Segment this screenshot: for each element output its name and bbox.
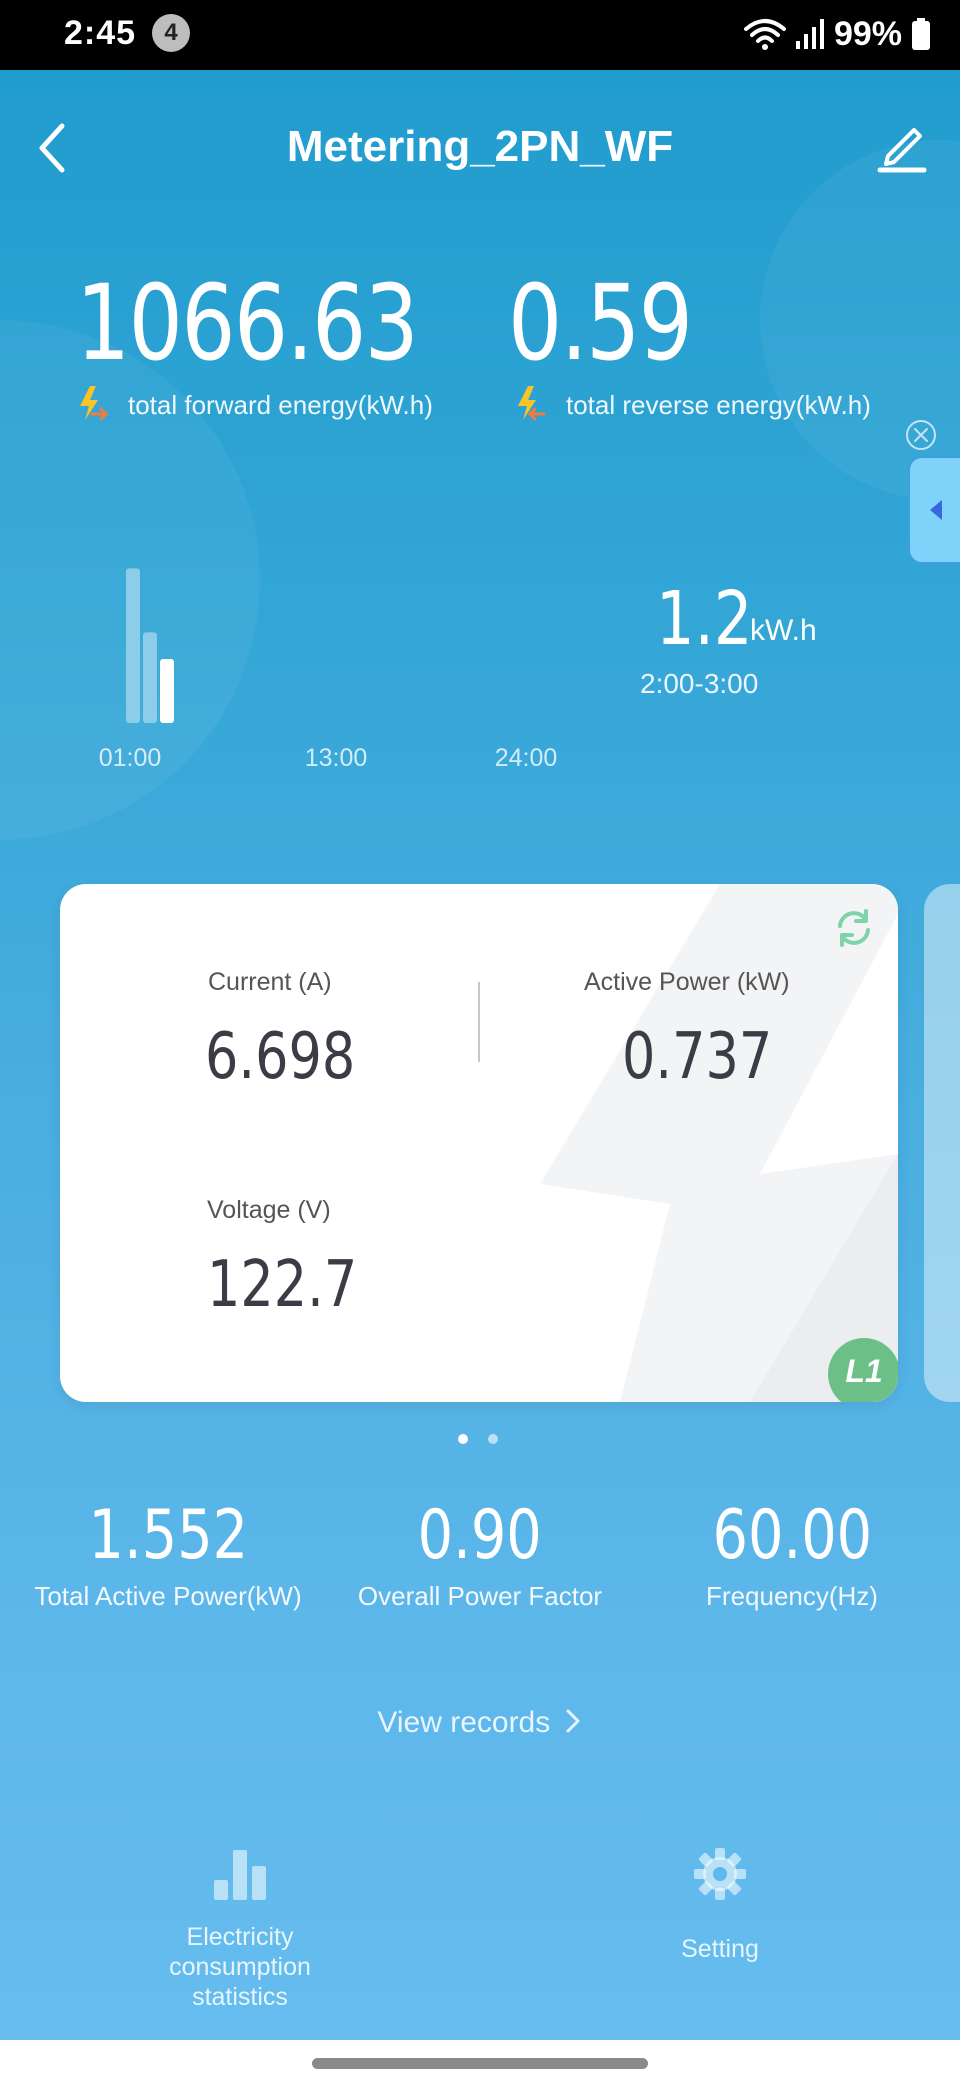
battery-percent: 99% bbox=[833, 14, 902, 53]
triangle-left-icon bbox=[930, 500, 942, 520]
view-records-link[interactable]: View records bbox=[0, 1706, 960, 1740]
voltage-value: 122.7 bbox=[207, 1248, 358, 1322]
stat-value: 60.00 bbox=[712, 1496, 872, 1575]
chevron-right-icon bbox=[566, 1709, 580, 1733]
stat-value: 1.552 bbox=[88, 1496, 248, 1575]
signal-icon bbox=[795, 19, 824, 49]
card-divider bbox=[478, 982, 480, 1062]
forward-energy-bolt-icon bbox=[80, 386, 109, 421]
reverse-energy-value: 0.59 bbox=[508, 262, 693, 384]
carousel-dot[interactable] bbox=[488, 1434, 498, 1444]
chart-x-tick-label: 01:00 bbox=[99, 744, 162, 772]
status-time: 2:45 bbox=[64, 14, 137, 52]
stat-frequency: 60.00 Frequency(Hz) bbox=[642, 1496, 942, 1612]
stat-label: Frequency(Hz) bbox=[706, 1581, 878, 1611]
gear-icon bbox=[694, 1848, 746, 1900]
stat-value: 0.90 bbox=[417, 1496, 543, 1575]
edit-pencil-icon[interactable] bbox=[874, 118, 930, 174]
status-bar: 2:45 4 99% bbox=[0, 0, 960, 70]
battery-icon bbox=[912, 18, 930, 50]
current-label: Current (A) bbox=[208, 968, 332, 996]
close-circle-icon[interactable] bbox=[904, 418, 938, 452]
app-screen: 2:45 4 99% Metering_2PN_WF 1066.63 total… bbox=[0, 0, 960, 2040]
stat-power-factor: 0.90 Overall Power Factor bbox=[330, 1496, 630, 1612]
carousel-dots bbox=[458, 1434, 498, 1444]
carousel-dot-active[interactable] bbox=[458, 1434, 468, 1444]
phase-badge: L1 bbox=[828, 1338, 898, 1402]
selected-hour-energy-unit: kW.h bbox=[750, 614, 817, 647]
phase-readings-card[interactable]: Current (A) 6.698 Active Power (kW) 0.73… bbox=[60, 884, 898, 1402]
active-power-value: 0.737 bbox=[622, 1020, 773, 1094]
refresh-icon[interactable] bbox=[832, 906, 876, 950]
stat-label: Overall Power Factor bbox=[357, 1581, 603, 1611]
chart-bar[interactable] bbox=[126, 568, 140, 723]
selected-hour-energy-value: 1.2 bbox=[656, 576, 753, 662]
bar-chart-icon bbox=[214, 1850, 266, 1900]
nav-label: Electricity bbox=[186, 1923, 294, 1951]
chart-bar[interactable] bbox=[160, 659, 174, 723]
voltage-label: Voltage (V) bbox=[207, 1196, 331, 1224]
reverse-energy-label: total reverse energy(kW.h) bbox=[566, 390, 871, 420]
status-icons: 99% bbox=[743, 12, 930, 56]
notification-count-badge: 4 bbox=[152, 14, 190, 52]
stat-label: Total Active Power(kW) bbox=[34, 1581, 302, 1611]
chart-x-tick-label: 24:00 bbox=[495, 744, 558, 772]
chart-bar[interactable] bbox=[143, 632, 157, 723]
chart-x-tick-label: 13:00 bbox=[305, 744, 368, 772]
next-card-peek[interactable] bbox=[924, 884, 960, 1402]
side-drawer-tab[interactable] bbox=[908, 456, 960, 564]
hourly-energy-chart[interactable]: 01:00 13:00 24:00 bbox=[60, 540, 580, 780]
nav-electricity-statistics[interactable]: Electricity consumption statistics bbox=[110, 1844, 370, 2012]
wifi-icon bbox=[743, 19, 786, 50]
current-value: 6.698 bbox=[205, 1020, 356, 1094]
active-power-label: Active Power (kW) bbox=[584, 968, 790, 996]
nav-label: statistics bbox=[192, 1983, 288, 2011]
view-records-label: View records bbox=[377, 1706, 551, 1739]
page-title: Metering_2PN_WF bbox=[286, 122, 674, 171]
nav-label: Setting bbox=[681, 1935, 759, 1963]
forward-energy-value: 1066.63 bbox=[76, 262, 419, 384]
nav-label: consumption bbox=[169, 1953, 311, 1981]
selected-hour-range: 2:00-3:00 bbox=[640, 668, 759, 699]
home-indicator[interactable] bbox=[312, 2058, 648, 2069]
nav-setting[interactable]: Setting bbox=[590, 1844, 850, 1964]
forward-energy-label: total forward energy(kW.h) bbox=[128, 390, 433, 420]
stat-total-active-power: 1.552 Total Active Power(kW) bbox=[18, 1496, 318, 1612]
card-background-bolt bbox=[540, 884, 898, 1402]
reverse-energy-bolt-icon bbox=[518, 386, 546, 421]
